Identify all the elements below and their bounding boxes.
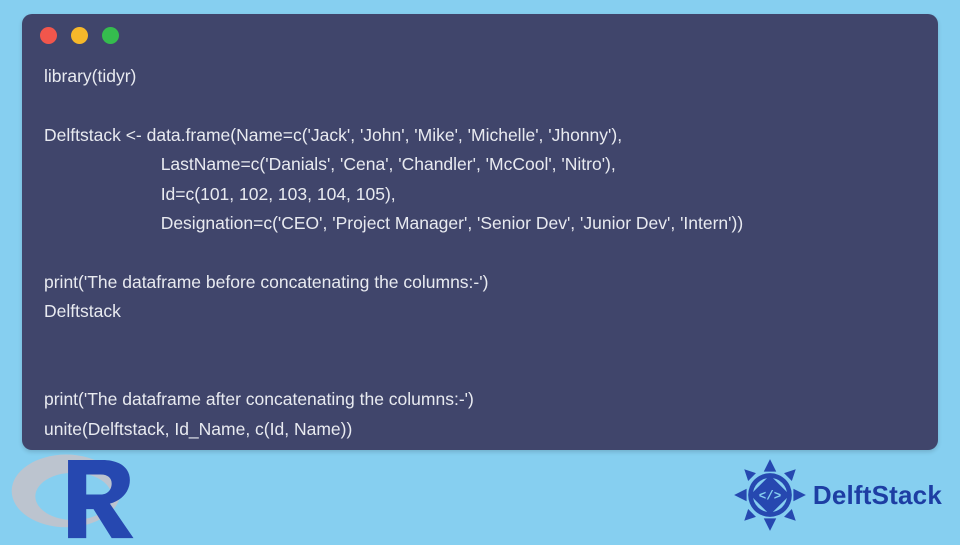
window-titlebar: [22, 14, 938, 56]
svg-text:</>: </>: [759, 490, 781, 504]
delftstack-logo: </> DelftStack: [731, 456, 942, 534]
minimize-icon: [71, 27, 88, 44]
close-icon: [40, 27, 57, 44]
delftstack-badge-icon: </>: [731, 456, 809, 534]
maximize-icon: [102, 27, 119, 44]
code-window: library(tidyr) Delftstack <- data.frame(…: [22, 14, 938, 450]
code-block: library(tidyr) Delftstack <- data.frame(…: [22, 56, 938, 444]
r-language-logo-icon: [6, 440, 141, 540]
delftstack-logo-text: DelftStack: [813, 480, 942, 511]
